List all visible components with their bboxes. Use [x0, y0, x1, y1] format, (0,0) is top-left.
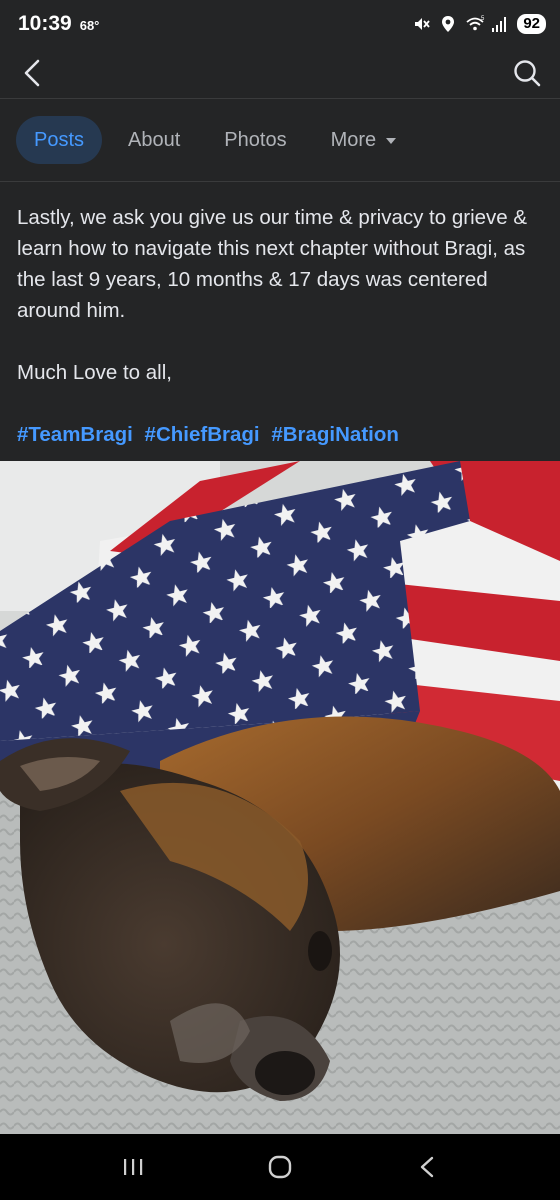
status-left: 10:39 68°: [18, 12, 99, 36]
tab-photos[interactable]: Photos: [206, 116, 304, 164]
hashtag-link[interactable]: #BragiNation: [271, 423, 399, 446]
screen: 10:39 68° 5 92 Posts About Photos More L…: [0, 0, 560, 1200]
wifi-icon: 5: [465, 15, 485, 33]
tab-photos-label: Photos: [224, 128, 287, 151]
search-icon[interactable]: [512, 58, 542, 88]
chevron-left-icon[interactable]: [20, 58, 44, 88]
hashtag-link[interactable]: #TeamBragi: [17, 423, 133, 446]
post-paragraph-2: Much Love to all,: [17, 361, 172, 384]
signal-icon: [491, 15, 509, 33]
location-icon: [439, 15, 457, 33]
tab-about-label: About: [128, 128, 181, 151]
home-icon[interactable]: [250, 1142, 310, 1192]
tabs-divider: [0, 181, 560, 182]
system-nav-bar: [0, 1134, 560, 1200]
tab-posts-label: Posts: [34, 128, 85, 151]
back-icon[interactable]: [397, 1142, 457, 1192]
header-divider: [0, 98, 560, 99]
tab-about[interactable]: About: [110, 116, 198, 164]
mute-icon: [413, 15, 431, 33]
tab-posts[interactable]: Posts: [16, 116, 103, 164]
profile-tabs: Posts About Photos More: [16, 116, 422, 164]
post-text: Lastly, we ask you give us our time & pr…: [17, 202, 543, 450]
status-time: 10:39: [18, 12, 72, 35]
status-bar: 10:39 68° 5 92: [0, 0, 560, 48]
battery-level: 92: [517, 14, 546, 34]
tab-more[interactable]: More: [313, 116, 415, 164]
recent-apps-icon[interactable]: [103, 1142, 163, 1192]
post-photo[interactable]: [0, 461, 560, 1134]
post-hashtags: #TeamBragi #ChiefBragi #BragiNation: [17, 419, 543, 450]
hashtag-link[interactable]: #ChiefBragi: [145, 423, 260, 446]
app-header: [0, 48, 560, 98]
post-paragraph-1: Lastly, we ask you give us our time & pr…: [17, 206, 528, 322]
status-temperature: 68°: [79, 18, 100, 33]
caret-down-icon: [386, 138, 397, 144]
svg-text:5: 5: [481, 16, 485, 22]
tab-more-label: More: [330, 128, 377, 151]
status-right: 5 92: [413, 14, 546, 34]
